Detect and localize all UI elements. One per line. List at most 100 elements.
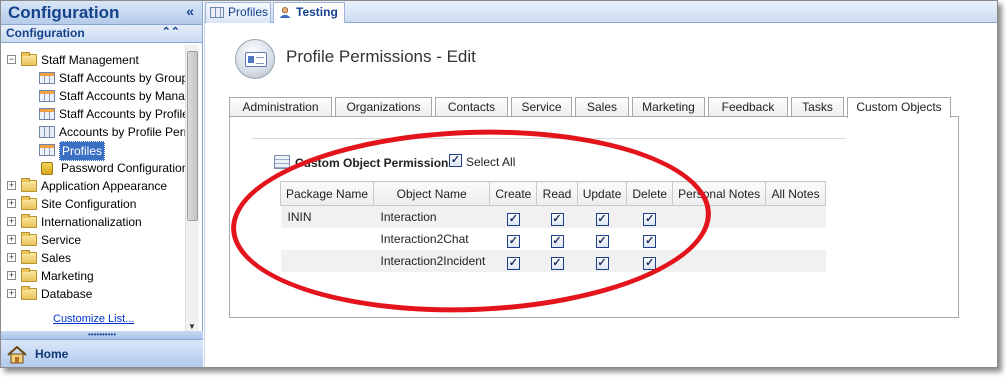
nav-section-title: Configuration xyxy=(6,26,85,40)
create-checkbox[interactable]: ✓ xyxy=(506,235,520,248)
read-cell: ✓ xyxy=(536,249,578,272)
folder-icon xyxy=(21,214,37,228)
tab-administration[interactable]: Administration xyxy=(229,97,332,117)
select-all-label: Select All xyxy=(466,155,516,169)
tree-item[interactable]: Accounts by Profile Permis xyxy=(1,123,185,141)
expand-icon[interactable]: + xyxy=(7,271,16,280)
delete-cell: ✓ xyxy=(626,205,673,228)
expand-icon[interactable]: + xyxy=(7,181,16,190)
tree-item-label: Staff Accounts by Group xyxy=(59,71,185,85)
create-cell: ✓ xyxy=(489,205,537,228)
tree-item[interactable]: Password Configuration xyxy=(1,159,185,177)
tab-service[interactable]: Service xyxy=(511,97,572,117)
report-grid-icon xyxy=(39,90,55,102)
section-collapse-icon[interactable]: ⌃⌃ xyxy=(162,25,180,38)
column-header[interactable]: Object Name xyxy=(373,181,491,206)
tab-marketing[interactable]: Marketing xyxy=(632,97,705,117)
column-header[interactable]: Update xyxy=(576,181,628,206)
expand-icon[interactable]: + xyxy=(7,217,16,226)
tree-item[interactable]: + Internationalization xyxy=(1,213,185,231)
read-checkbox[interactable]: ✓ xyxy=(550,213,564,227)
tree-item-label: Profiles xyxy=(59,141,106,161)
column-header[interactable]: Package Name xyxy=(279,181,375,206)
tree-item[interactable]: Staff Accounts by Group xyxy=(1,69,185,87)
read-checkbox[interactable]: ✓ xyxy=(550,235,564,248)
tree-item[interactable]: Staff Accounts by Manage xyxy=(1,87,185,105)
tree-item[interactable]: Profiles xyxy=(1,141,185,161)
home-icon xyxy=(7,346,27,364)
tree-item[interactable]: Staff Accounts by Profile xyxy=(1,105,185,123)
home-button[interactable]: Home xyxy=(1,339,203,367)
delete-checkbox[interactable]: ✓ xyxy=(643,235,657,248)
section-title: Custom Object Permissions xyxy=(295,156,456,170)
create-checkbox[interactable]: ✓ xyxy=(506,257,520,270)
tree-item-label: Password Configuration xyxy=(61,161,185,175)
tree-item-label: Site Configuration xyxy=(41,197,137,211)
collapse-icon[interactable]: − xyxy=(7,55,16,64)
tab-organizations[interactable]: Organizations xyxy=(335,97,432,117)
tree-item[interactable]: + Marketing xyxy=(1,267,185,285)
column-header[interactable]: Read xyxy=(536,181,578,206)
create-checkbox[interactable]: ✓ xyxy=(506,213,520,227)
expand-icon[interactable]: + xyxy=(7,253,16,262)
object-name-cell: Interaction xyxy=(373,205,490,228)
grid-icon xyxy=(210,7,224,18)
nav-section-header[interactable]: Configuration ⌃⌃ xyxy=(1,25,202,43)
report-grid-icon xyxy=(39,72,55,84)
tree-item-label: Application Appearance xyxy=(41,179,168,193)
read-cell: ✓ xyxy=(537,228,577,250)
scroll-down-arrow-icon[interactable]: ▼ xyxy=(188,322,196,331)
read-cell: ✓ xyxy=(536,205,578,228)
table-row: Interaction2Chat ✓ ✓ ✓ ✓ xyxy=(281,228,826,250)
tree-item[interactable]: + Application Appearance xyxy=(1,177,185,195)
tree-item[interactable]: + Site Configuration xyxy=(1,195,185,213)
scrollbar-thumb[interactable] xyxy=(187,51,198,221)
tree-item[interactable]: + Database xyxy=(1,285,185,303)
create-cell: ✓ xyxy=(489,249,537,272)
read-checkbox[interactable]: ✓ xyxy=(550,257,564,270)
column-header[interactable]: Delete xyxy=(626,181,674,206)
delete-cell: ✓ xyxy=(627,228,673,250)
select-all-checkbox[interactable]: ✓ xyxy=(449,154,462,167)
tree-item-label: Internationalization xyxy=(41,215,142,229)
page-title: Profile Permissions - Edit xyxy=(286,47,476,66)
customize-list-link[interactable]: Customize List... xyxy=(53,313,134,325)
expand-icon[interactable]: + xyxy=(7,289,16,298)
folder-icon xyxy=(21,232,37,246)
tab-contacts[interactable]: Contacts xyxy=(435,97,508,117)
tab-tasks[interactable]: Tasks xyxy=(791,97,844,117)
update-checkbox[interactable]: ✓ xyxy=(595,235,609,248)
tab-custom-objects[interactable]: Custom Objects xyxy=(847,97,951,118)
delete-checkbox[interactable]: ✓ xyxy=(643,257,657,270)
report-grid-icon xyxy=(39,144,55,156)
delete-checkbox[interactable]: ✓ xyxy=(643,213,657,227)
tab-testing[interactable]: Testing xyxy=(273,2,345,24)
tree-item[interactable]: + Service xyxy=(1,231,185,249)
tree-item[interactable]: + Sales xyxy=(1,249,185,267)
expand-icon[interactable]: + xyxy=(7,235,16,244)
update-checkbox[interactable]: ✓ xyxy=(595,257,609,270)
tab-sales[interactable]: Sales xyxy=(575,97,629,117)
lock-icon xyxy=(41,162,53,175)
user-icon xyxy=(279,7,291,18)
tab-profiles[interactable]: Profiles xyxy=(205,2,271,23)
tree-item-label: Sales xyxy=(41,251,72,265)
permission-tabs: Administration Organizations Contacts Servi… xyxy=(229,97,959,118)
tree-item[interactable]: − Staff Management xyxy=(1,51,185,69)
column-header[interactable]: Personal Notes xyxy=(672,181,767,206)
collapse-pane-icon[interactable]: « xyxy=(186,3,194,19)
tree-scrollbar[interactable]: ▼ xyxy=(185,45,199,331)
tab-feedback[interactable]: Feedback xyxy=(708,97,788,117)
tree-item-label: Staff Management xyxy=(41,53,139,67)
pane-splitter[interactable]: •••••••••• xyxy=(1,331,203,339)
column-header[interactable]: All Notes xyxy=(765,181,826,206)
document-tab-strip: Profiles Testing xyxy=(204,1,997,24)
personal-notes-cell xyxy=(673,228,766,250)
folder-icon xyxy=(21,286,37,300)
object-name-cell: Interaction2Chat xyxy=(380,231,469,246)
expand-icon[interactable]: + xyxy=(7,199,16,208)
update-checkbox[interactable]: ✓ xyxy=(595,213,609,227)
tree-item-label: Staff Accounts by Manage xyxy=(59,89,185,103)
column-header[interactable]: Create xyxy=(489,181,538,206)
tab-label: Testing xyxy=(296,5,338,19)
